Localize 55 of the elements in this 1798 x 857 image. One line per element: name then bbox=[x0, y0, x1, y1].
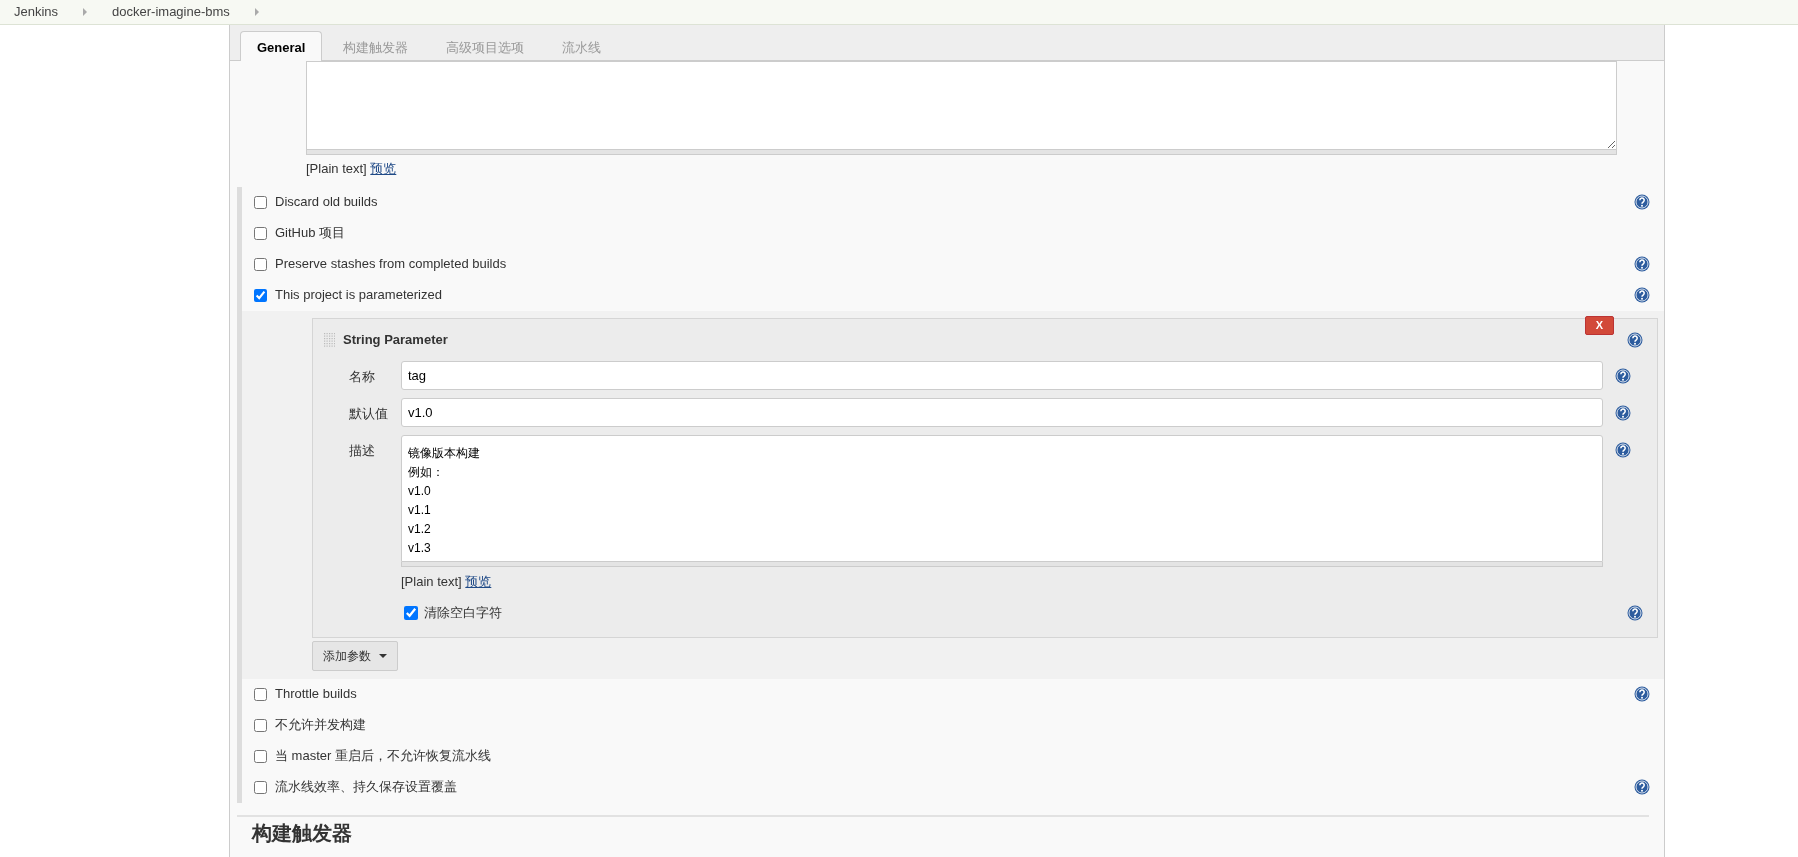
help-icon[interactable] bbox=[1627, 331, 1643, 348]
checkbox[interactable] bbox=[254, 687, 267, 701]
breadcrumb-link[interactable]: docker-imagine-bms bbox=[112, 2, 230, 22]
caret-icon bbox=[379, 654, 387, 659]
checkbox[interactable] bbox=[254, 780, 267, 794]
text-line: 镜像版本构建 bbox=[408, 444, 481, 462]
help-icon[interactable] bbox=[1634, 779, 1650, 795]
text-field[interactable]: v1.0 bbox=[401, 397, 1603, 427]
preview-link[interactable]: 预览 bbox=[465, 573, 492, 589]
checkbox-label: Preserve stashes from completed builds bbox=[275, 255, 508, 274]
text-line: v1.1 bbox=[408, 501, 432, 519]
help-icon[interactable] bbox=[1634, 194, 1650, 210]
text-line: v1.2 bbox=[408, 520, 432, 538]
tab[interactable]: General bbox=[240, 31, 323, 61]
preview-link[interactable]: 预览 bbox=[370, 161, 397, 176]
checkbox-label: This project is parameterized bbox=[275, 286, 443, 305]
help-icon[interactable] bbox=[1634, 686, 1650, 702]
help-icon[interactable] bbox=[1634, 256, 1650, 272]
plain-text-label: [Plain text] bbox=[306, 161, 368, 176]
field-label: 名称 bbox=[349, 367, 376, 386]
plain-text-label: [Plain text] bbox=[401, 573, 463, 589]
text-line: v1.0 bbox=[408, 482, 432, 500]
checkbox-label: 流水线效率、持久保存设置覆盖 bbox=[275, 778, 458, 797]
checkbox-label: 当 master 重启后，不允许恢复流水线 bbox=[275, 747, 492, 766]
resize-grip[interactable] bbox=[306, 150, 1617, 155]
text-field[interactable]: tag bbox=[401, 360, 1603, 390]
drag-handle-icon[interactable] bbox=[323, 331, 335, 348]
parameter-title: String Parameter bbox=[343, 330, 449, 349]
delete-button[interactable]: X bbox=[1584, 315, 1614, 335]
checkbox[interactable] bbox=[254, 749, 267, 763]
help-icon[interactable] bbox=[1627, 604, 1643, 621]
text-line: 例如： bbox=[408, 463, 445, 481]
help-icon[interactable] bbox=[1615, 405, 1631, 422]
help-icon[interactable] bbox=[1615, 442, 1631, 459]
checkbox[interactable] bbox=[254, 195, 267, 209]
checkbox-label: 不允许并发构建 bbox=[275, 716, 367, 735]
text-line: v1.3 bbox=[408, 539, 432, 557]
resize-grip[interactable] bbox=[401, 561, 1603, 567]
checkbox[interactable] bbox=[254, 257, 267, 271]
checkbox-label: Throttle builds bbox=[275, 685, 358, 704]
checkbox[interactable] bbox=[404, 605, 418, 620]
help-icon[interactable] bbox=[1634, 287, 1650, 303]
checkbox-label: 清除空白字符 bbox=[424, 604, 503, 622]
checkbox[interactable] bbox=[254, 288, 267, 302]
help-icon[interactable] bbox=[1615, 368, 1631, 385]
breadcrumb-link[interactable]: Jenkins bbox=[14, 2, 59, 22]
checkbox[interactable] bbox=[254, 718, 267, 732]
field-label: 描述 bbox=[349, 441, 376, 460]
checkbox-label: GitHub 项目 bbox=[275, 224, 347, 243]
description-textarea[interactable]: 镜像版本构建 例如： v1.0 v1.1 v1.2 v1.3 bbox=[401, 434, 1603, 562]
checkbox-label: Discard old builds bbox=[275, 193, 379, 212]
field-label: 默认值 bbox=[349, 404, 389, 423]
checkbox[interactable] bbox=[254, 226, 267, 240]
section-heading: 构建触发器 bbox=[252, 820, 353, 845]
add-parameter-button[interactable]: 添加参数 bbox=[312, 640, 398, 671]
